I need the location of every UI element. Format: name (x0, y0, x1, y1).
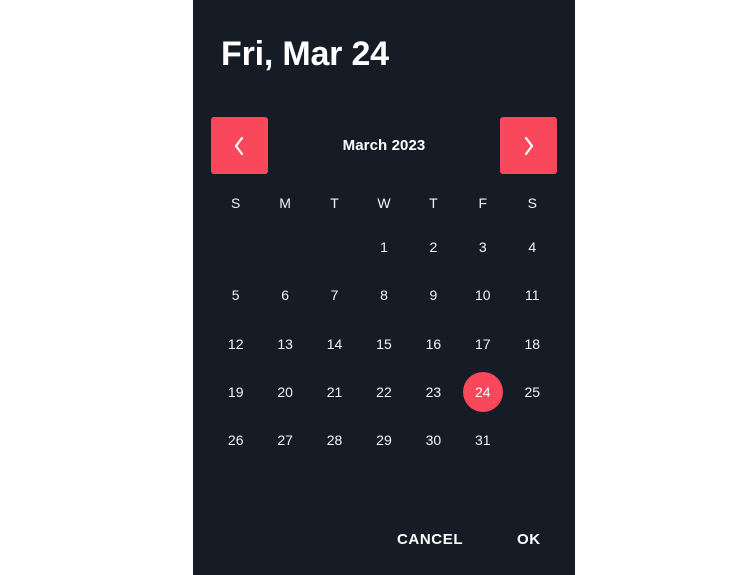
calendar-week-row: 26 27 28 29 30 31 (211, 416, 557, 464)
calendar-day-11[interactable]: 11 (508, 271, 557, 319)
calendar-day-7[interactable]: 7 (310, 271, 359, 319)
calendar-day-label: 27 (277, 432, 293, 449)
calendar-day-8[interactable]: 8 (359, 271, 408, 319)
calendar-day-label: 1 (380, 239, 388, 256)
calendar-day-18[interactable]: 18 (508, 320, 557, 368)
calendar-day-25[interactable]: 25 (508, 368, 557, 416)
calendar-week-row: 12 13 14 15 16 17 18 (211, 320, 557, 368)
calendar-day-19[interactable]: 19 (211, 368, 260, 416)
calendar-week-row: 1 2 3 4 (211, 223, 557, 271)
calendar-day-selected[interactable]: 24 (458, 368, 507, 416)
calendar-day-label (315, 227, 355, 267)
calendar-day-label: 6 (281, 287, 290, 304)
calendar-day-label: 22 (376, 384, 392, 401)
dialog-header: Fri, Mar 24 (193, 0, 575, 110)
calendar-day-label: 4 (528, 239, 537, 256)
calendar-day-label: 17 (475, 335, 491, 352)
calendar-day-label: 9 (429, 287, 438, 304)
calendar-day-21[interactable]: 21 (310, 368, 359, 416)
calendar-day-label (216, 227, 256, 267)
calendar-day-29[interactable]: 29 (359, 416, 408, 464)
weekday-label: S (527, 195, 537, 211)
calendar-day-2[interactable]: 2 (409, 223, 458, 271)
calendar-day-label: 7 (330, 287, 339, 304)
calendar-day-label: 30 (425, 432, 442, 449)
calendar-day-23[interactable]: 23 (409, 368, 458, 416)
calendar-day-label: 21 (326, 384, 343, 401)
calendar-day-label: 3 (478, 239, 487, 256)
calendar-day-label: 14 (326, 335, 343, 352)
month-navigation-bar: March 2023 (193, 117, 575, 175)
calendar-day-empty (508, 416, 557, 464)
calendar-day-13[interactable]: 13 (260, 320, 309, 368)
calendar-day-22[interactable]: 22 (359, 368, 408, 416)
calendar-day-label: 18 (524, 335, 541, 352)
calendar-day-10[interactable]: 10 (458, 271, 507, 319)
calendar-week-row: 19 20 21 22 23 24 25 (211, 368, 557, 416)
calendar-day-label: 16 (425, 335, 442, 352)
calendar-day-label: 12 (227, 335, 244, 352)
calendar-day-4[interactable]: 4 (508, 223, 557, 271)
weekday-label: M (279, 195, 291, 211)
chevron-right-icon (521, 134, 536, 158)
calendar-day-26[interactable]: 26 (211, 416, 260, 464)
calendar-day-label: 13 (277, 335, 293, 352)
calendar-week-row: 5 6 7 8 9 10 11 (211, 271, 557, 319)
calendar-day-label: 23 (425, 384, 442, 401)
calendar-day-3[interactable]: 3 (458, 223, 507, 271)
calendar-day-label: 20 (277, 384, 293, 401)
weekday-label: T (330, 195, 339, 211)
previous-month-button[interactable] (211, 117, 268, 174)
ok-button[interactable]: OK (509, 525, 549, 554)
calendar-day-15[interactable]: 15 (359, 320, 408, 368)
calendar-day-20[interactable]: 20 (260, 368, 309, 416)
weekday-label: W (377, 195, 391, 211)
calendar-day-label: 28 (326, 432, 343, 449)
calendar-day-empty (260, 223, 309, 271)
calendar-day-empty (211, 223, 260, 271)
calendar-day-label: 25 (524, 384, 541, 401)
calendar-day-27[interactable]: 27 (260, 416, 309, 464)
selected-date-title: Fri, Mar 24 (221, 35, 389, 73)
calendar-day-1[interactable]: 1 (359, 223, 408, 271)
calendar-day-label: 15 (376, 335, 392, 352)
calendar-day-label: 5 (231, 287, 240, 304)
calendar-weeks: 1 2 3 4 5 6 7 8 9 10 11 12 13 14 15 16 17 18 19 20 21 22 23 24 2… (211, 223, 557, 464)
calendar-day-label: 29 (376, 432, 392, 449)
date-picker-dialog: Fri, Mar 24 March 2023 SMTWTFS 123456789… (193, 0, 575, 575)
calendar-day-label: 2 (429, 239, 438, 256)
calendar-day-30[interactable]: 30 (409, 416, 458, 464)
weekday-label: T (429, 195, 438, 211)
calendar-day-6[interactable]: 6 (260, 271, 309, 319)
calendar-day-12[interactable]: 12 (211, 320, 260, 368)
calendar-day-label (265, 227, 305, 267)
weekday-label: S (231, 195, 241, 211)
calendar-day-label: 8 (380, 287, 388, 304)
chevron-left-icon (232, 134, 247, 158)
weekday-label: F (478, 195, 488, 211)
calendar-day-31[interactable]: 31 (458, 416, 507, 464)
calendar-day-28[interactable]: 28 (310, 416, 359, 464)
weekday-header-row: SMTWTFS (211, 183, 557, 223)
calendar-day-label (512, 420, 552, 460)
next-month-button[interactable] (500, 117, 557, 174)
dialog-action-bar: CANCEL OK (193, 513, 575, 575)
calendar-day-17[interactable]: 17 (458, 320, 507, 368)
calendar-day-label: 10 (475, 287, 491, 304)
calendar-day-label: 26 (227, 432, 244, 449)
calendar-grid: SMTWTFS 1 2 3 4 5 6 7 8 9 10 11 12 13 14 15 16 17 18 19 20 2… (211, 183, 557, 464)
calendar-day-9[interactable]: 9 (409, 271, 458, 319)
calendar-day-14[interactable]: 14 (310, 320, 359, 368)
calendar-day-label: 19 (227, 384, 244, 401)
calendar-day-empty (310, 223, 359, 271)
calendar-day-label: 31 (475, 432, 491, 449)
calendar-day-16[interactable]: 16 (409, 320, 458, 368)
calendar-day-label: 11 (524, 287, 540, 304)
calendar-day-5[interactable]: 5 (211, 271, 260, 319)
cancel-button[interactable]: CANCEL (389, 525, 471, 554)
calendar-day-label: 24 (462, 372, 503, 413)
